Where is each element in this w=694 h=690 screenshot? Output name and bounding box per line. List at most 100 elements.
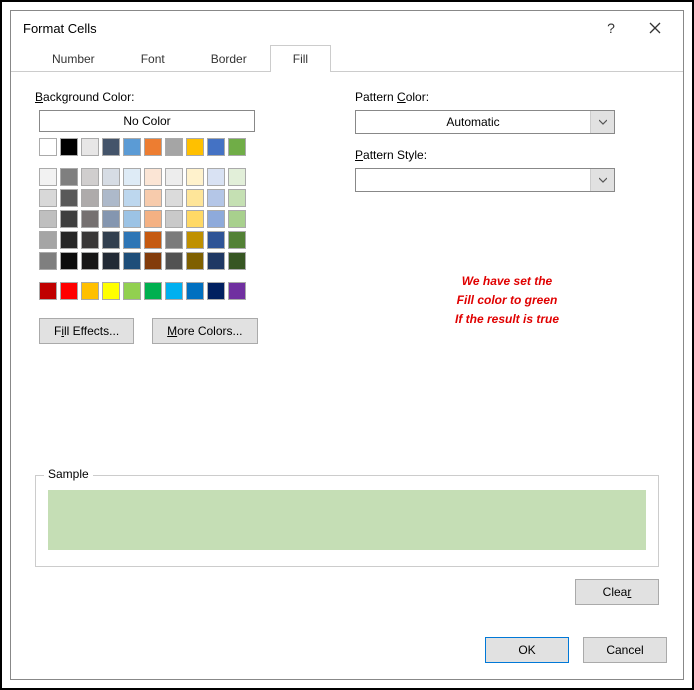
color-swatch[interactable]: [102, 210, 120, 228]
color-swatch[interactable]: [60, 231, 78, 249]
color-swatch[interactable]: [228, 189, 246, 207]
color-swatch[interactable]: [207, 210, 225, 228]
color-swatch[interactable]: [81, 210, 99, 228]
sample-group: Sample: [35, 475, 659, 567]
more-colors-button[interactable]: More Colors...: [152, 318, 257, 344]
color-swatch[interactable]: [102, 231, 120, 249]
color-swatch[interactable]: [123, 252, 141, 270]
color-swatch[interactable]: [60, 168, 78, 186]
color-swatch[interactable]: [144, 189, 162, 207]
tab-font[interactable]: Font: [118, 45, 188, 72]
tab-fill[interactable]: Fill: [270, 45, 331, 72]
color-swatch[interactable]: [186, 189, 204, 207]
color-swatch[interactable]: [123, 189, 141, 207]
color-swatch[interactable]: [207, 168, 225, 186]
color-swatch[interactable]: [102, 138, 120, 156]
pattern-color-combo[interactable]: Automatic: [355, 110, 615, 134]
sample-label: Sample: [44, 467, 93, 481]
color-swatch[interactable]: [102, 168, 120, 186]
color-swatch[interactable]: [81, 252, 99, 270]
annotation-line: Fill color to green: [355, 291, 659, 310]
cancel-button[interactable]: Cancel: [583, 637, 667, 663]
color-swatch[interactable]: [186, 282, 204, 300]
color-swatch[interactable]: [81, 168, 99, 186]
color-swatch[interactable]: [144, 168, 162, 186]
color-swatch[interactable]: [165, 138, 183, 156]
background-color-label: Background Color:: [35, 90, 295, 104]
color-swatch[interactable]: [144, 210, 162, 228]
color-swatch[interactable]: [165, 282, 183, 300]
color-swatch[interactable]: [81, 138, 99, 156]
pattern-style-label: Pattern Style:: [355, 148, 659, 162]
chevron-down-icon: [590, 169, 614, 191]
chevron-down-icon: [590, 111, 614, 133]
color-swatch[interactable]: [39, 138, 57, 156]
color-swatch[interactable]: [39, 210, 57, 228]
color-swatch[interactable]: [228, 210, 246, 228]
color-swatch[interactable]: [39, 189, 57, 207]
color-swatch[interactable]: [81, 231, 99, 249]
fill-effects-button[interactable]: Fill Effects...: [39, 318, 134, 344]
pattern-color-value: Automatic: [356, 115, 590, 129]
color-swatch[interactable]: [186, 252, 204, 270]
titlebar: Format Cells ?: [11, 11, 683, 45]
color-swatch[interactable]: [144, 138, 162, 156]
pattern-style-combo[interactable]: [355, 168, 615, 192]
color-swatch[interactable]: [60, 189, 78, 207]
color-swatch[interactable]: [228, 231, 246, 249]
color-swatch[interactable]: [102, 252, 120, 270]
color-swatch[interactable]: [228, 282, 246, 300]
color-swatch[interactable]: [207, 189, 225, 207]
color-swatch[interactable]: [60, 138, 78, 156]
color-swatch[interactable]: [144, 231, 162, 249]
color-swatch[interactable]: [123, 210, 141, 228]
color-swatch[interactable]: [123, 138, 141, 156]
annotation-line: If the result is true: [355, 310, 659, 329]
tab-border[interactable]: Border: [188, 45, 270, 72]
color-swatch[interactable]: [102, 282, 120, 300]
dialog-content: Background Color: No Color Fill Effects.…: [11, 72, 683, 623]
pattern-color-label: Pattern Color:: [355, 90, 659, 104]
ok-button[interactable]: OK: [485, 637, 569, 663]
annotation-text: We have set the Fill color to green If t…: [355, 272, 659, 330]
color-swatch[interactable]: [228, 168, 246, 186]
color-swatch[interactable]: [144, 252, 162, 270]
color-swatch[interactable]: [165, 231, 183, 249]
color-swatch[interactable]: [207, 138, 225, 156]
color-swatch[interactable]: [123, 168, 141, 186]
color-swatch[interactable]: [165, 189, 183, 207]
tab-number[interactable]: Number: [29, 45, 118, 72]
color-swatch[interactable]: [60, 252, 78, 270]
color-swatch[interactable]: [39, 231, 57, 249]
color-swatch[interactable]: [207, 252, 225, 270]
color-swatch[interactable]: [144, 282, 162, 300]
color-swatch[interactable]: [39, 168, 57, 186]
color-swatch[interactable]: [207, 231, 225, 249]
color-swatch[interactable]: [39, 252, 57, 270]
annotation-line: We have set the: [355, 272, 659, 291]
color-swatch[interactable]: [39, 282, 57, 300]
color-swatch[interactable]: [165, 252, 183, 270]
color-swatch[interactable]: [81, 282, 99, 300]
close-button[interactable]: [635, 14, 675, 42]
color-swatch[interactable]: [165, 168, 183, 186]
color-swatch[interactable]: [186, 138, 204, 156]
clear-button[interactable]: Clear: [575, 579, 659, 605]
color-swatch[interactable]: [102, 189, 120, 207]
color-swatch[interactable]: [165, 210, 183, 228]
color-swatch[interactable]: [60, 210, 78, 228]
color-swatch[interactable]: [123, 282, 141, 300]
color-swatch[interactable]: [186, 168, 204, 186]
tab-strip: Number Font Border Fill: [11, 45, 683, 72]
color-swatch[interactable]: [186, 210, 204, 228]
color-swatch[interactable]: [123, 231, 141, 249]
help-button[interactable]: ?: [599, 20, 623, 36]
color-swatch[interactable]: [228, 138, 246, 156]
color-swatch[interactable]: [81, 189, 99, 207]
color-swatch[interactable]: [207, 282, 225, 300]
color-swatch[interactable]: [228, 252, 246, 270]
color-swatch[interactable]: [186, 231, 204, 249]
no-color-button[interactable]: No Color: [39, 110, 255, 132]
color-swatch[interactable]: [60, 282, 78, 300]
sample-preview: [48, 490, 646, 550]
